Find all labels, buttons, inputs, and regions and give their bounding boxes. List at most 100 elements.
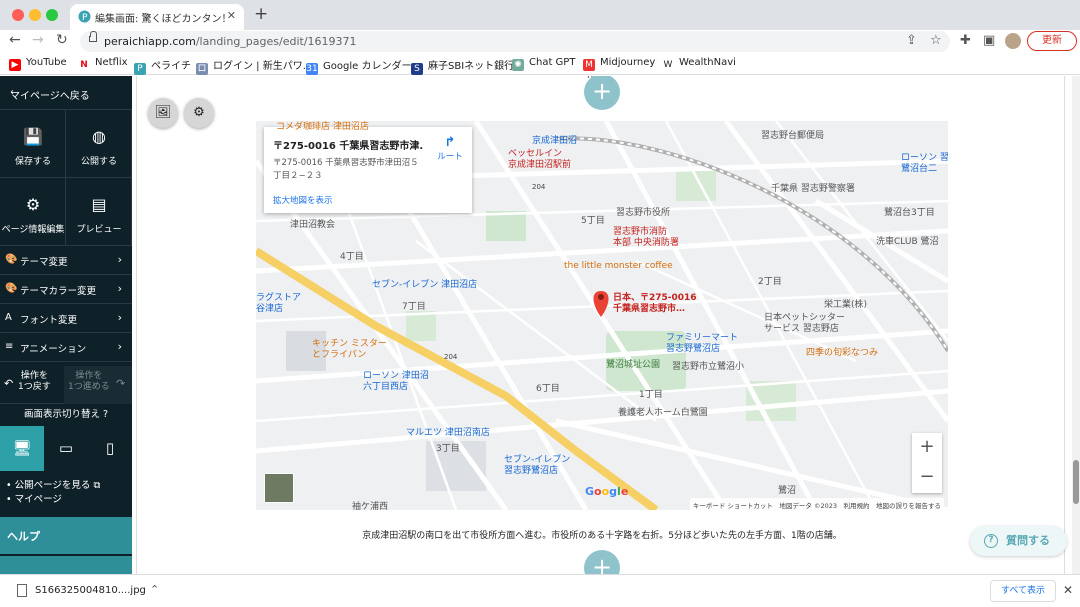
sbi-icon: S <box>411 63 423 75</box>
scrollbar-thumb[interactable] <box>1073 460 1079 504</box>
map-attribution[interactable]: キーボード ショートカット 地図データ ©2023 利用規約 地図の誤りを報告す… <box>689 498 944 510</box>
chevron-up-icon[interactable]: ⌃ <box>150 583 159 596</box>
maximize-window-button[interactable] <box>46 9 58 21</box>
chatgpt-icon: ✺ <box>512 59 524 71</box>
file-icon <box>17 584 27 597</box>
back-arrow-icon[interactable]: ← <box>9 32 21 48</box>
bookmark-netflix[interactable]: N Netflix <box>78 57 128 71</box>
bookmark-wealthnavi[interactable]: W WealthNavi <box>662 57 736 71</box>
extensions-icon[interactable]: ✚ <box>960 33 971 48</box>
midjourney-icon: M <box>583 59 595 71</box>
place-info-card: 〒275-0016 千葉県習志野市津... 〒275-0016 千葉県習志野市津… <box>264 127 472 213</box>
map-label: セブン-イレブン 津田沼店 <box>372 280 478 290</box>
bookmark-google-calendar[interactable]: 31 Google カレンダー <box>306 57 411 75</box>
publish-button[interactable]: ◍ 公開する <box>66 110 132 178</box>
sidebar-links: • 公開ページを見る ⧉ • マイページ <box>6 479 100 507</box>
calendar-icon: 31 <box>306 63 318 75</box>
browser-tab-bar: P 編集画面: 驚くほどカンタン！無料 ✕ + <box>0 0 1080 30</box>
font-icon: A <box>5 312 12 323</box>
tablet-icon: ▭ <box>58 439 74 457</box>
share-icon[interactable]: ⇪ <box>906 33 917 48</box>
place-address: 〒275-0016 千葉県習志野市津田沼５丁目２−２３ <box>273 158 419 181</box>
preview-button[interactable]: ▤ プレビュー <box>66 178 132 246</box>
forward-arrow-icon[interactable]: → <box>32 32 44 48</box>
zoom-out-button[interactable]: − <box>912 463 942 493</box>
theme-change-item[interactable]: 🎨 テーマ変更 › <box>0 246 132 275</box>
theme-color-item[interactable]: 🎨 テーマカラー変更 › <box>0 275 132 304</box>
address-bar[interactable]: peraichiapp.com/landing_pages/edit/16193… <box>80 31 950 52</box>
map-label: ラグストア 谷津店 <box>256 293 302 314</box>
bookmark-chatgpt[interactable]: ✺ Chat GPT <box>512 57 575 71</box>
question-button[interactable]: ? 質問する <box>970 526 1067 556</box>
back-to-mypage-button[interactable]: マイページへ戻る ‹ <box>0 76 132 110</box>
mypage-link[interactable]: • マイページ <box>6 493 100 507</box>
close-window-button[interactable] <box>12 9 24 21</box>
document-icon: ▤ <box>91 195 107 214</box>
map-label: 7丁目 <box>402 302 426 312</box>
new-tab-button[interactable]: + <box>254 4 268 24</box>
bookmark-star-icon[interactable]: ☆ <box>930 33 942 48</box>
desktop-view-button[interactable]: 🖥 <box>0 426 44 471</box>
add-block-button-top[interactable]: + <box>584 76 620 110</box>
update-button[interactable]: 更新 <box>1027 31 1077 51</box>
chevron-right-icon: › <box>117 340 122 353</box>
sidepanel-icon[interactable]: ▣ <box>983 33 995 48</box>
browser-tab[interactable]: P 編集画面: 驚くほどカンタン！無料 ✕ <box>70 4 244 30</box>
animation-item[interactable]: ≡ アニメーション › <box>0 333 132 362</box>
content-frame-right <box>1064 76 1065 574</box>
bookmark-shinsei[interactable]: ロログイン | 新生パワ... <box>196 57 312 75</box>
external-link-icon: ⧉ <box>93 480 101 491</box>
page-info-button[interactable]: ⚙ ページ情報編集 <box>0 178 66 246</box>
paint-icon: 🎨 <box>5 283 18 294</box>
bookmark-sbi[interactable]: S 麻子SBIネット銀行 <box>411 57 514 75</box>
add-block-button-bottom[interactable]: + <box>584 550 620 574</box>
image-settings-button[interactable]: 🖼 <box>148 98 178 128</box>
map-label: 日本ペットシッター サービス 習志野店 <box>764 313 846 334</box>
chevron-right-icon: › <box>117 311 122 324</box>
reload-icon[interactable]: ↻ <box>56 32 68 48</box>
mobile-view-button[interactable]: ▯ <box>88 426 132 471</box>
satellite-toggle-button[interactable] <box>264 473 294 503</box>
map-label: コメダ珈琲店 津田沼店 <box>276 122 369 132</box>
svg-text:P: P <box>82 13 88 23</box>
download-file-name[interactable]: S166325004810....jpg <box>35 585 146 596</box>
google-map[interactable]: 〒275-0016 千葉県習志野市津... 〒275-0016 千葉県習志野市津… <box>256 121 948 510</box>
redo-button[interactable]: 操作を 1つ進める ↷ <box>64 366 132 404</box>
tablet-view-button[interactable]: ▭ <box>44 426 88 471</box>
google-logo: Google <box>585 485 629 498</box>
place-title: 〒275-0016 千葉県習志野市津... <box>273 141 423 152</box>
map-label: 204 <box>444 353 458 361</box>
chevron-right-icon: › <box>117 253 122 266</box>
map-label: 習志野市役所 <box>616 208 671 218</box>
minimize-window-button[interactable] <box>29 9 41 21</box>
page-scrollbar[interactable] <box>1072 76 1080 574</box>
map-label: 4丁目 <box>340 252 364 262</box>
map-label: 5丁目 <box>581 216 605 226</box>
map-label: 洗車CLUB 鷺沼 <box>876 237 939 247</box>
save-button[interactable]: 💾 保存する <box>0 110 66 178</box>
help-button[interactable]: ヘルプ <box>0 517 132 554</box>
bookmark-youtube[interactable]: ▶ YouTube <box>9 57 67 71</box>
device-switcher: 🖥 ▭ ▯ <box>0 426 132 471</box>
show-all-downloads-button[interactable]: すべて表示 <box>990 580 1056 602</box>
profile-avatar[interactable] <box>1005 33 1021 49</box>
enlarge-map-link[interactable]: 拡大地図を表示 <box>273 194 333 206</box>
download-bar: S166325004810....jpg ⌃ すべて表示 ✕ <box>0 574 1080 607</box>
block-settings-button[interactable]: ⚙ <box>184 98 214 128</box>
page-canvas: map + 🖼 ⚙ <box>132 76 1072 574</box>
close-download-bar-icon[interactable]: ✕ <box>1063 583 1073 597</box>
youtube-icon: ▶ <box>9 59 21 71</box>
map-label: マルエツ 津田沼南店 <box>406 428 490 438</box>
undo-button[interactable]: ↶ 操作を 1つ戻す <box>0 366 64 404</box>
netflix-icon: N <box>78 59 90 71</box>
route-button[interactable]: ↱ ルート <box>432 135 468 162</box>
zoom-control: + − <box>912 433 942 493</box>
map-label: 津田沼教会 <box>290 220 336 230</box>
tab-close-icon[interactable]: ✕ <box>227 9 236 22</box>
font-change-item[interactable]: A フォント変更 › <box>0 304 132 333</box>
bookmark-midjourney[interactable]: M Midjourney <box>583 57 655 71</box>
sidebar-footer <box>0 556 132 574</box>
zoom-in-button[interactable]: + <box>912 433 942 463</box>
bookmark-peraichi[interactable]: P ペライチ <box>134 57 191 75</box>
view-public-page-link[interactable]: • 公開ページを見る ⧉ <box>6 479 100 493</box>
